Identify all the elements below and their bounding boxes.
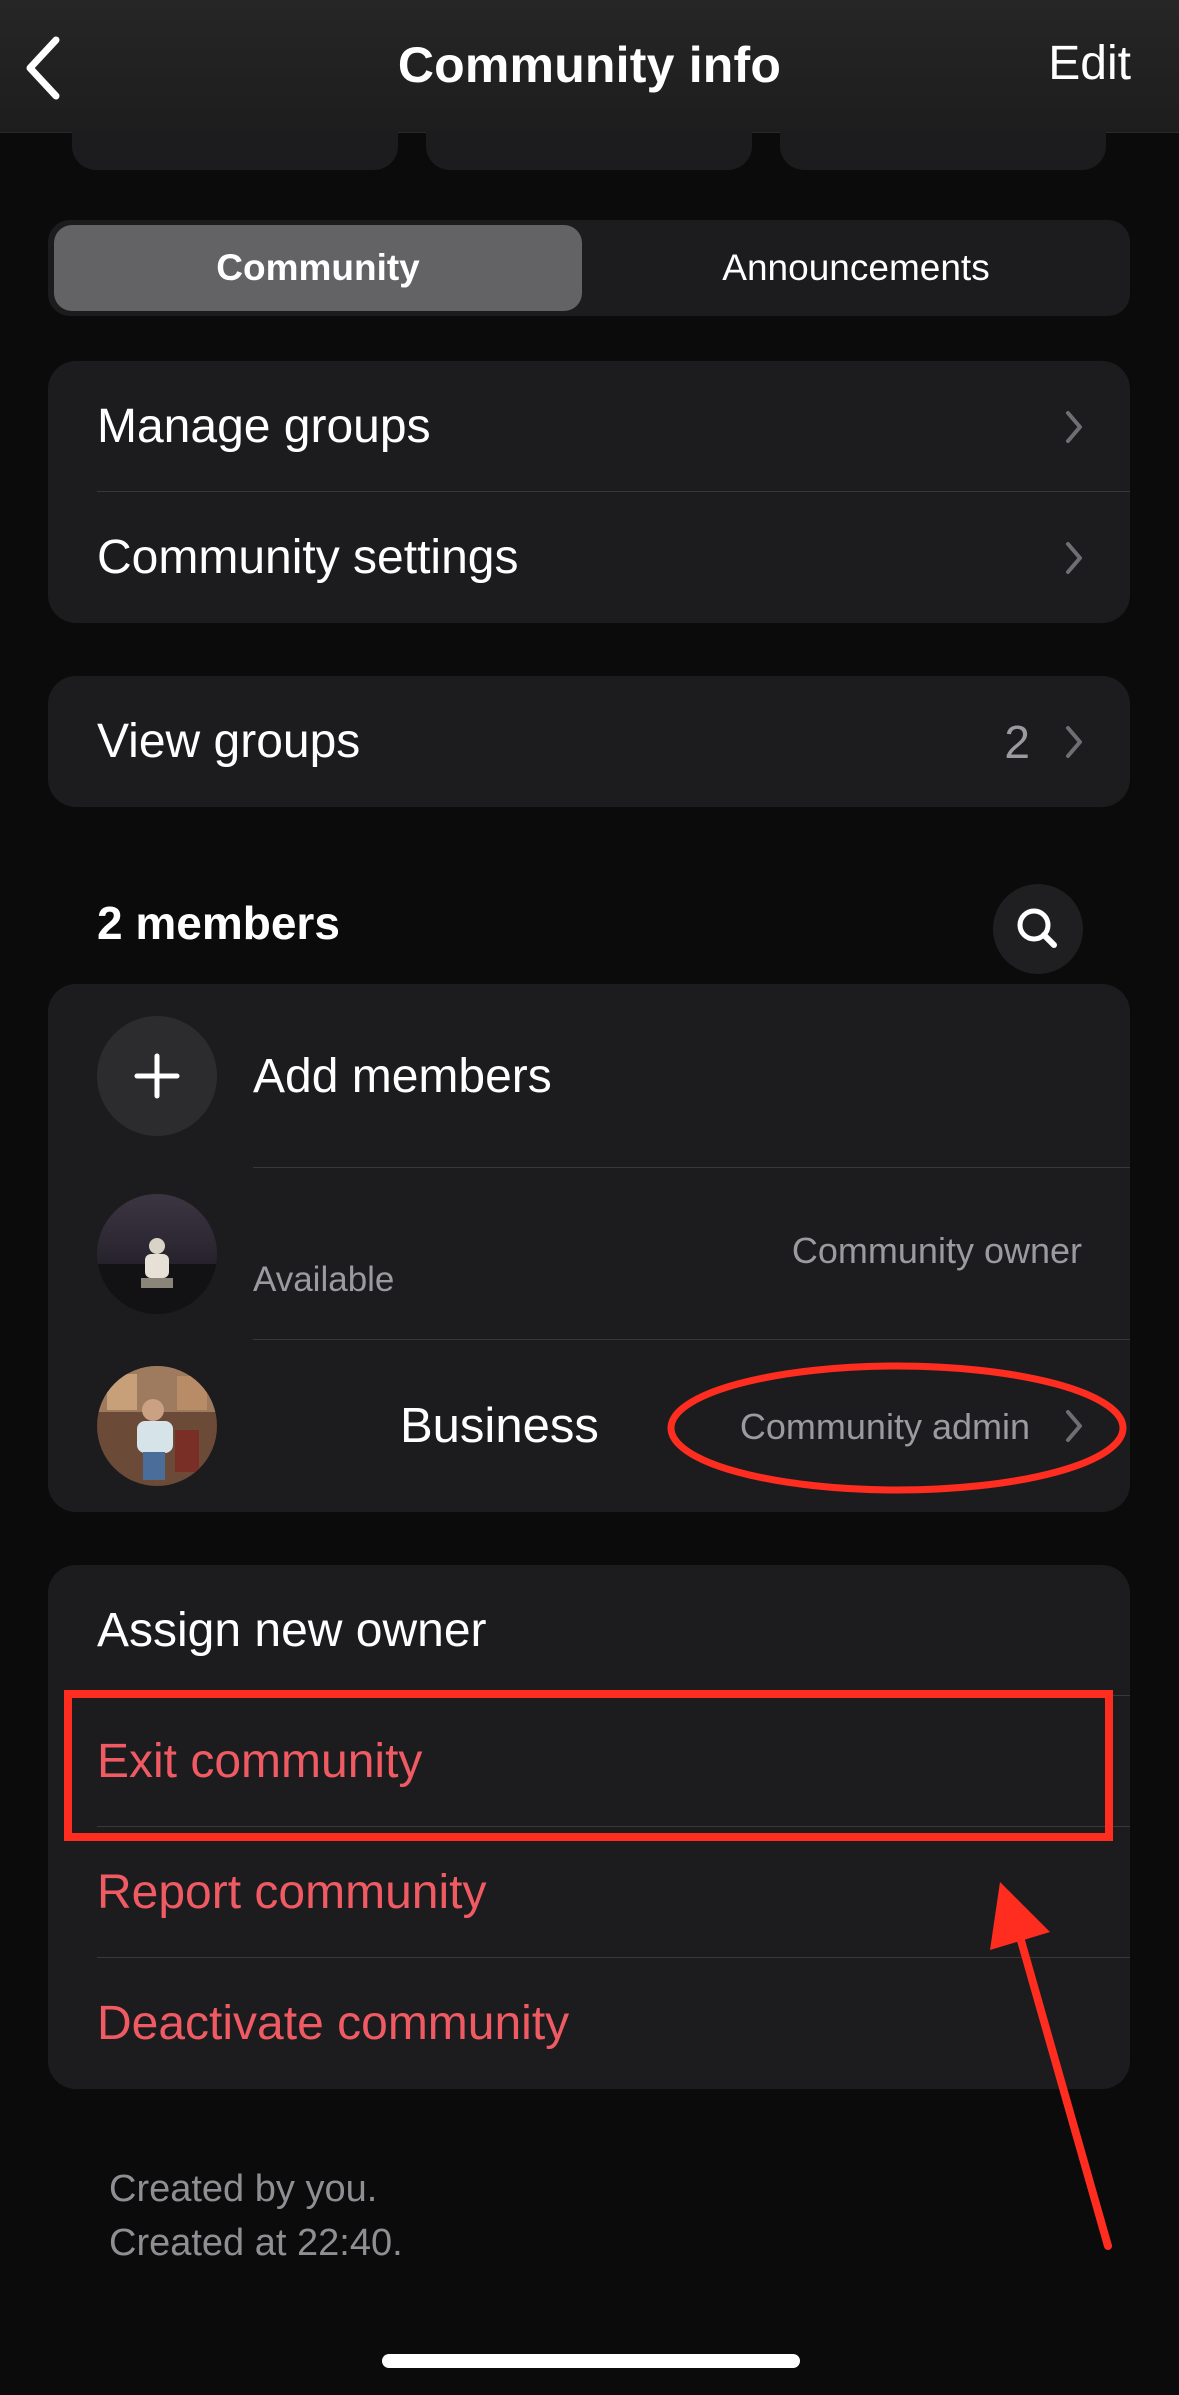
action-card-stub[interactable] [426,132,752,170]
members-count-heading: 2 members [97,897,340,949]
member-role: Community owner [791,1230,1082,1271]
community-actions-card: Assign new owner Exit community Report c… [48,1565,1130,2089]
member-row-admin[interactable]: Business Community admin [48,1340,1130,1512]
tab-community[interactable]: Community [54,225,582,311]
chevron-right-icon [1066,410,1082,443]
home-indicator[interactable] [382,2354,800,2368]
manage-groups-row[interactable]: Manage groups [48,361,1130,492]
view-groups-row[interactable]: View groups 2 [48,676,1130,807]
creation-info: Created by you. Created at 22:40. [109,2162,403,2270]
row-label: Manage groups [97,400,431,453]
avatar-photo [97,1194,217,1314]
chevron-right-icon [1066,1410,1082,1442]
edit-button[interactable]: Edit [1048,36,1131,91]
avatar [97,1194,217,1314]
page-title: Community info [397,37,782,93]
avatar-photo [97,1366,217,1486]
member-name: Business [400,1399,599,1453]
members-card: Add members Available Community owner Bu… [48,984,1130,1512]
action-card-stub[interactable] [780,132,1106,170]
chevron-right-icon [1066,725,1082,758]
add-members-button[interactable] [97,1016,217,1136]
deactivate-community-row[interactable]: Deactivate community [48,1958,1130,2089]
search-icon [1017,908,1057,948]
plus-icon [134,1053,180,1099]
segmented-control: Community Announcements [48,220,1130,316]
row-label: Exit community [97,1735,423,1788]
exit-community-row[interactable]: Exit community [48,1696,1130,1827]
add-members-label: Add members [253,1049,552,1103]
row-label: Assign new owner [97,1604,487,1657]
member-role: Community admin [739,1406,1030,1447]
community-settings-row[interactable]: Community settings [48,492,1130,623]
avatar [97,1366,217,1486]
member-row-owner[interactable]: Available Community owner [48,1168,1130,1340]
navigation-bar: Community info Edit [0,0,1179,133]
created-by-text: Created by you. [109,2168,378,2210]
add-members-row[interactable]: Add members [48,984,1130,1168]
groups-count: 2 [1004,715,1030,768]
row-label: Deactivate community [97,1997,570,2050]
row-label: Report community [97,1866,487,1919]
row-label: Community settings [97,531,519,584]
view-groups-card: View groups 2 [48,676,1130,807]
tab-announcements[interactable]: Announcements [588,225,1124,311]
created-at-text: Created at 22:40. [109,2222,403,2264]
chevron-right-icon [1066,541,1082,574]
report-community-row[interactable]: Report community [48,1827,1130,1958]
member-status: Available [253,1260,395,1299]
row-label: View groups [97,715,361,768]
search-members-button[interactable] [993,884,1083,974]
action-card-stub[interactable] [72,132,398,170]
admin-menu-card: Manage groups Community settings [48,361,1130,623]
assign-new-owner-row[interactable]: Assign new owner [48,1565,1130,1696]
